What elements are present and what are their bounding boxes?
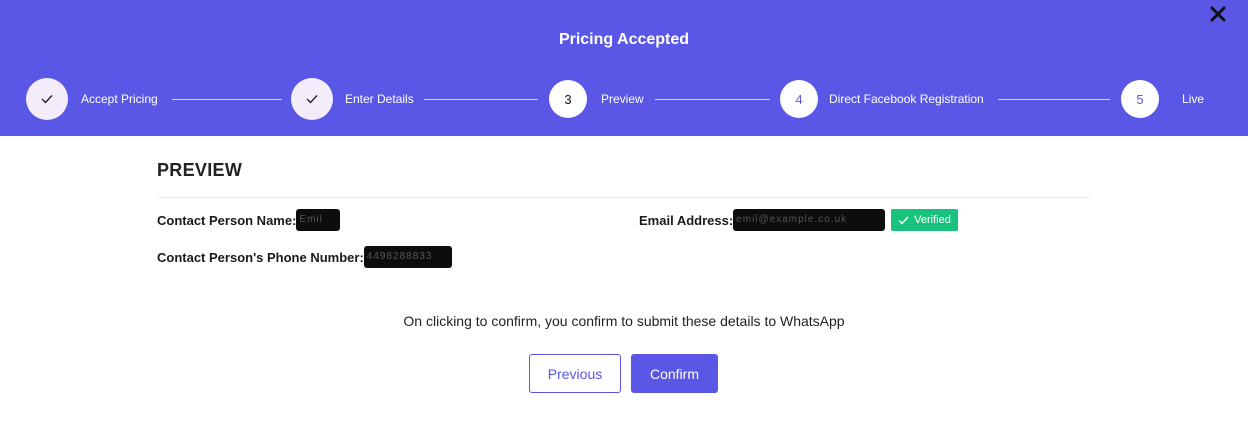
verified-label: Verified: [914, 214, 951, 226]
step-4-label: Direct Facebook Registration: [829, 92, 984, 106]
close-icon[interactable]: [1208, 4, 1228, 24]
modal-title: Pricing Accepted: [558, 31, 690, 48]
step-2-label: Enter Details: [345, 92, 414, 106]
progress-stepper: Accept Pricing Enter Details 3 Preview 4…: [0, 78, 1248, 122]
phone-field: Contact Person's Phone Number: 449828883…: [157, 246, 452, 268]
email-label: Email Address:: [639, 212, 734, 228]
step-connector: [998, 99, 1110, 100]
contact-name-value: Emil: [296, 209, 341, 231]
confirmation-notice: On clicking to confirm, you confirm to s…: [403, 313, 845, 329]
check-icon: [41, 95, 53, 104]
step-5-label: Live: [1182, 92, 1205, 106]
step-3-label: Preview: [601, 92, 644, 106]
check-icon: [306, 95, 318, 104]
previous-button[interactable]: Previous: [529, 354, 621, 393]
email-field: Email Address: emil@example.co.uk Verifi…: [639, 209, 958, 231]
step-1-circle: [26, 78, 68, 120]
contact-name-label: Contact Person Name:: [157, 212, 297, 228]
step-2-circle: [291, 78, 333, 120]
contact-name-field: Contact Person Name: Emil: [157, 209, 341, 231]
preview-section: PREVIEW Contact Person Name: Emil Email …: [157, 160, 1091, 268]
modal-header: Pricing Accepted Accept Pricing Enter De…: [0, 0, 1248, 136]
step-connector: [655, 99, 770, 100]
step-connector: [172, 99, 282, 100]
check-icon: [898, 216, 909, 225]
verified-badge: Verified: [891, 209, 958, 231]
divider: [157, 197, 1091, 198]
phone-label: Contact Person's Phone Number:: [157, 249, 364, 265]
step-4-circle: 4: [780, 80, 818, 118]
phone-value: 4498288833: [363, 246, 452, 268]
section-title: PREVIEW: [157, 160, 243, 180]
confirm-button[interactable]: Confirm: [631, 354, 718, 393]
step-connector: [424, 99, 538, 100]
step-3-circle: 3: [549, 80, 587, 118]
step-5-circle: 5: [1121, 80, 1159, 118]
email-value: emil@example.co.uk: [733, 209, 886, 231]
step-1-label: Accept Pricing: [81, 92, 158, 106]
